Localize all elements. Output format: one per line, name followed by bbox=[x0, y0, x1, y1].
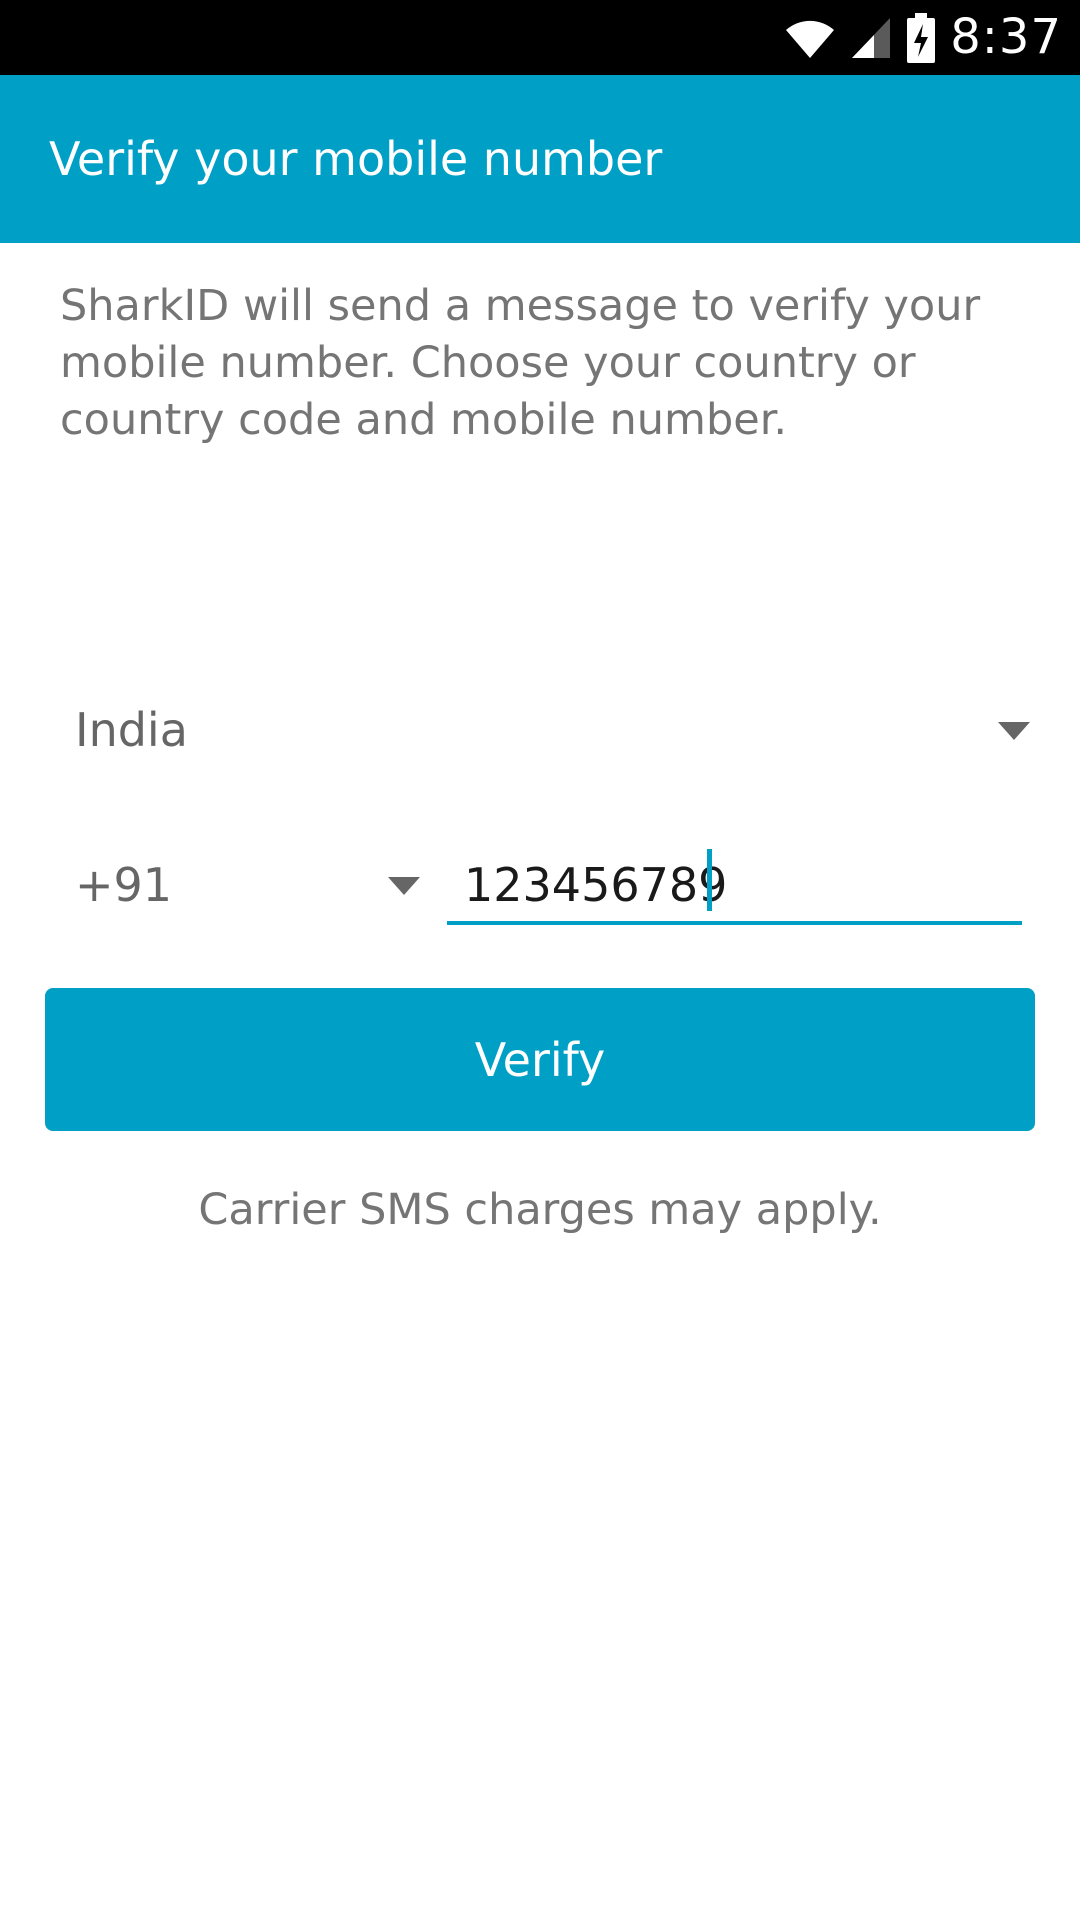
status-bar: 8:37 bbox=[0, 0, 1080, 75]
country-code-dropdown[interactable]: +91 bbox=[60, 835, 424, 935]
carrier-charges-note: Carrier SMS charges may apply. bbox=[198, 1185, 882, 1235]
verify-button[interactable]: Verify bbox=[45, 988, 1035, 1131]
description-text: SharkID will send a message to verify yo… bbox=[60, 281, 981, 445]
phone-number-field bbox=[447, 835, 1022, 935]
page-title: Verify your mobile number bbox=[49, 132, 663, 186]
battery-charging-icon bbox=[906, 12, 936, 63]
dropdown-arrow-icon bbox=[998, 722, 1030, 740]
phone-number-input[interactable] bbox=[464, 835, 1004, 935]
country-dropdown[interactable]: India bbox=[60, 680, 1030, 780]
text-cursor bbox=[707, 849, 712, 911]
status-icons: 8:37 bbox=[784, 0, 1062, 75]
wifi-icon bbox=[784, 16, 836, 60]
app-bar: Verify your mobile number bbox=[0, 75, 1080, 243]
country-value: India bbox=[75, 703, 188, 757]
country-code-value: +91 bbox=[75, 858, 173, 912]
signal-icon bbox=[850, 16, 892, 60]
status-time: 8:37 bbox=[950, 9, 1062, 65]
dropdown-arrow-icon bbox=[388, 877, 420, 895]
